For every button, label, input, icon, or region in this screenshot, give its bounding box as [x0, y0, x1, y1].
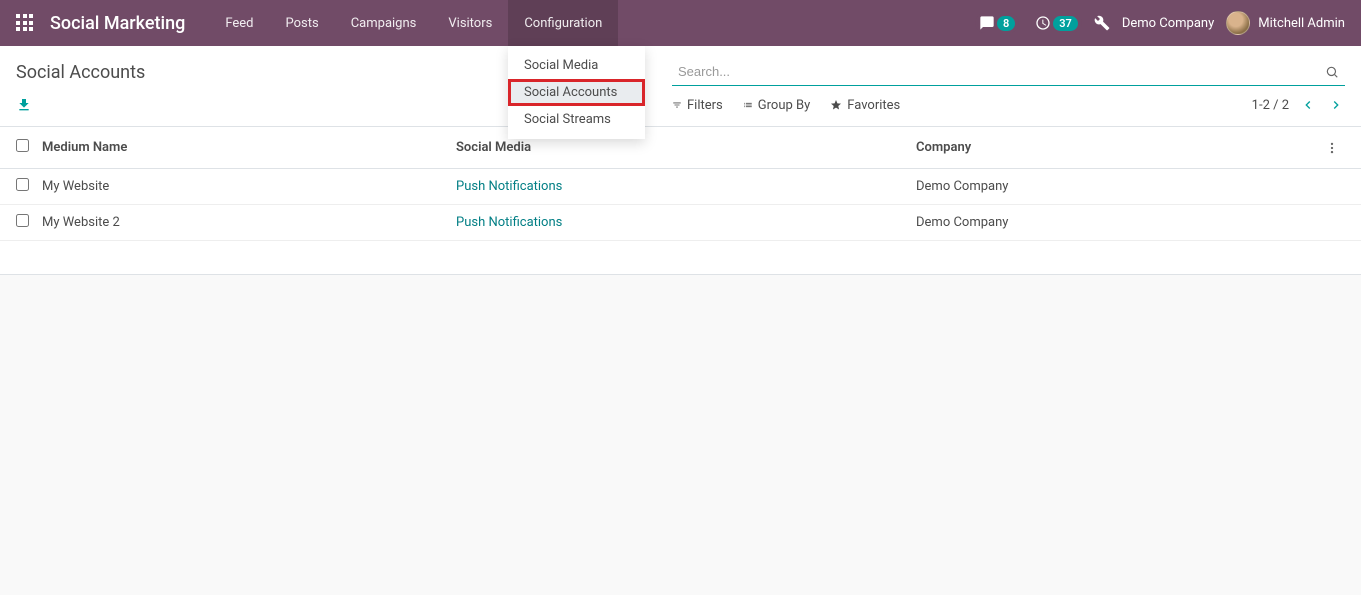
dropdown-social-streams[interactable]: Social Streams	[508, 106, 645, 133]
download-icon[interactable]	[16, 97, 32, 113]
search-input[interactable]	[672, 58, 1345, 85]
header-company[interactable]: Company	[916, 140, 1325, 155]
star-icon	[830, 99, 842, 111]
cell-name: My Website 2	[42, 215, 456, 230]
list-view: Medium Name Social Media Company My Webs…	[0, 127, 1361, 275]
kebab-icon	[1325, 141, 1339, 155]
nav-visitors[interactable]: Visitors	[432, 0, 508, 46]
app-title: Social Marketing	[50, 13, 185, 34]
cell-media[interactable]: Push Notifications	[456, 215, 916, 230]
clock-icon	[1035, 15, 1051, 31]
activities-count: 37	[1053, 16, 1078, 31]
header-media[interactable]: Social Media	[456, 140, 916, 155]
dropdown-social-media[interactable]: Social Media	[508, 52, 645, 79]
topbar: Social Marketing Feed Posts Campaigns Vi…	[0, 0, 1361, 46]
configuration-dropdown: Social Media Social Accounts Social Stre…	[508, 46, 645, 139]
pager-prev[interactable]	[1299, 96, 1317, 114]
nav-campaigns[interactable]: Campaigns	[335, 0, 433, 46]
pager: 1-2 / 2	[1252, 96, 1345, 114]
dropdown-social-accounts[interactable]: Social Accounts	[508, 79, 645, 106]
select-all-checkbox[interactable]	[16, 139, 29, 152]
filter-bar: Filters Group By Favorites	[672, 98, 900, 113]
avatar	[1226, 11, 1250, 35]
search-icon[interactable]	[1325, 65, 1339, 79]
cell-company: Demo Company	[916, 179, 1325, 194]
header-name[interactable]: Medium Name	[42, 140, 456, 155]
chevron-left-icon	[1300, 97, 1316, 113]
user-menu[interactable]: Mitchell Admin	[1226, 11, 1345, 35]
chat-icon	[979, 15, 995, 31]
list-icon	[743, 100, 753, 110]
control-panel: Social Accounts Filters Group By Favorit…	[0, 46, 1361, 127]
search-container	[672, 58, 1345, 86]
table-row[interactable]: My Website 2 Push Notifications Demo Com…	[0, 205, 1361, 241]
filters-button[interactable]: Filters	[672, 98, 723, 113]
apps-icon[interactable]	[16, 14, 34, 32]
main-nav: Feed Posts Campaigns Visitors Configurat…	[209, 0, 618, 46]
cell-company: Demo Company	[916, 215, 1325, 230]
pager-next[interactable]	[1327, 96, 1345, 114]
columns-menu[interactable]	[1325, 141, 1345, 155]
nav-configuration[interactable]: Configuration	[508, 0, 618, 46]
list-header: Medium Name Social Media Company	[0, 127, 1361, 169]
chevron-right-icon	[1328, 97, 1344, 113]
company-switcher[interactable]: Demo Company	[1122, 16, 1214, 31]
row-checkbox[interactable]	[16, 214, 29, 227]
favorites-button[interactable]: Favorites	[830, 98, 900, 113]
table-row[interactable]: My Website Push Notifications Demo Compa…	[0, 169, 1361, 205]
messages-button[interactable]: 8	[975, 13, 1019, 33]
nav-posts[interactable]: Posts	[270, 0, 335, 46]
list-footer	[0, 241, 1361, 275]
cell-name: My Website	[42, 179, 456, 194]
funnel-icon	[672, 100, 682, 110]
debug-icon[interactable]	[1094, 15, 1110, 31]
nav-feed[interactable]: Feed	[209, 0, 269, 46]
topbar-right: 8 37 Demo Company Mitchell Admin	[975, 11, 1345, 35]
user-name: Mitchell Admin	[1258, 16, 1345, 31]
cell-media[interactable]: Push Notifications	[456, 179, 916, 194]
messages-count: 8	[997, 16, 1015, 31]
activities-button[interactable]: 37	[1031, 13, 1082, 33]
pager-text: 1-2 / 2	[1252, 98, 1289, 113]
groupby-button[interactable]: Group By	[743, 98, 811, 113]
row-checkbox[interactable]	[16, 178, 29, 191]
